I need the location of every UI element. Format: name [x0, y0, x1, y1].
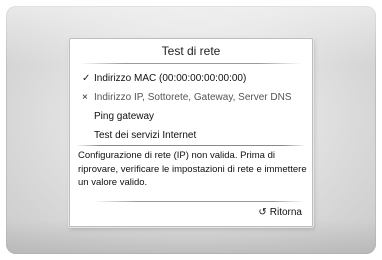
button-divider: [94, 201, 304, 202]
test-item-label: Indirizzo IP, Sottorete, Gateway, Server…: [94, 92, 292, 103]
title-divider: [80, 63, 302, 64]
cross-icon: ×: [82, 92, 88, 103]
test-item-ip-settings: × Indirizzo IP, Sottorete, Gateway, Serv…: [82, 88, 310, 107]
network-test-dialog: Test di rete ✓ Indirizzo MAC (00:00:00:0…: [69, 38, 313, 227]
checkmark-icon: ✓: [82, 73, 91, 84]
return-button[interactable]: ↺ Ritorna: [258, 205, 302, 221]
test-item-label: Ping gateway: [94, 111, 155, 122]
test-item-label: Test dei servizi Internet: [94, 130, 197, 141]
error-message: Configurazione di rete (IP) non valida. …: [78, 150, 307, 188]
return-arrow-icon: ↺: [258, 207, 267, 218]
return-button-label: Ritorna: [269, 207, 302, 218]
dialog-title: Test di rete: [161, 44, 221, 58]
test-item-internet-services: Test dei servizi Internet: [82, 126, 310, 145]
test-item-mac-address: ✓ Indirizzo MAC (00:00:00:00:00:00): [82, 69, 310, 88]
test-item-ping-gateway: Ping gateway: [82, 107, 310, 126]
test-list: ✓ Indirizzo MAC (00:00:00:00:00:00) × In…: [82, 69, 310, 145]
test-item-label: Indirizzo MAC (00:00:00:00:00:00): [94, 73, 247, 84]
message-divider: [76, 145, 306, 146]
